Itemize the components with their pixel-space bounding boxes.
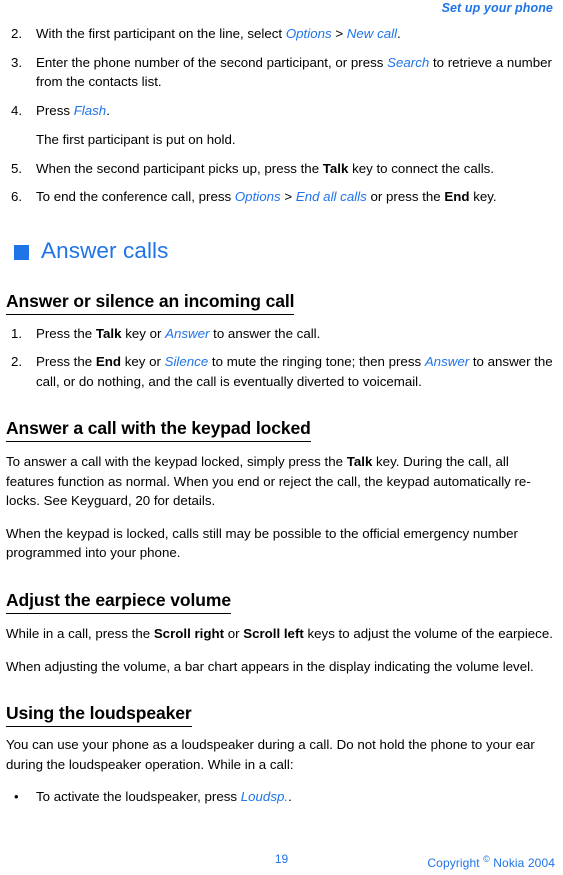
list-marker: 5. xyxy=(11,160,23,176)
hard-key-label: Talk xyxy=(95,325,122,341)
list-marker: 3. xyxy=(11,54,23,70)
hard-key-label: Talk xyxy=(346,454,373,469)
copyright-notice: Copyright © Nokia 2004 xyxy=(427,851,555,871)
hard-key-label: Talk xyxy=(322,160,349,176)
section-heading-text: Adjust the earpiece volume xyxy=(6,590,231,614)
list-item-text: To end the conference call, press Option… xyxy=(36,189,497,204)
answer-or-silence-steps: 1. Press the Talk key or Answer to answe… xyxy=(6,324,555,392)
soft-key-label: Search xyxy=(387,54,430,70)
soft-key-label: Answer xyxy=(165,325,210,341)
text-run: Press the xyxy=(36,354,96,369)
text-run: When adjusting the volume, a bar chart a… xyxy=(6,658,534,674)
loudspeaker-bullets: • To activate the loudspeaker, press Lou… xyxy=(6,787,555,807)
text-run: With the first participant on the line, … xyxy=(36,26,286,41)
soft-key-label: End all calls xyxy=(295,189,367,204)
section-heading-loudspeaker: Using the loudspeaker xyxy=(6,703,555,728)
text-run: You can use your phone as a loudspeaker … xyxy=(6,737,535,772)
text-run: Press the xyxy=(36,325,96,341)
text-run: To end the conference call, press xyxy=(36,189,235,204)
text-run: or xyxy=(224,625,244,641)
list-item-text: To activate the loudspeaker, press Louds… xyxy=(36,789,292,804)
bullet-icon: • xyxy=(14,789,19,805)
paragraph: When adjusting the volume, a bar chart a… xyxy=(6,657,555,677)
text-run: Enter the phone number of the second par… xyxy=(36,54,388,70)
list-item-text: With the first participant on the line, … xyxy=(36,26,401,41)
list-marker: 6. xyxy=(11,189,23,204)
text-run: keys to adjust the volume of the earpiec… xyxy=(303,625,553,641)
list-item: 6. To end the conference call, press Opt… xyxy=(6,187,555,207)
hard-key-label: End xyxy=(444,189,470,204)
section-heading-answer-or-silence: Answer or silence an incoming call xyxy=(6,291,555,315)
section-heading-text: Answer or silence an incoming call xyxy=(6,291,294,315)
soft-key-label: Flash xyxy=(73,102,107,118)
square-bullet-icon xyxy=(14,244,29,260)
soft-key-label: Loudsp. xyxy=(240,789,289,805)
list-marker: 2. xyxy=(11,26,23,41)
text-run: key. xyxy=(469,189,497,204)
paragraph: To answer a call with the keypad locked,… xyxy=(6,452,555,511)
text-run: Press xyxy=(36,102,74,118)
list-item: 2. Press the End key or Silence to mute … xyxy=(6,352,555,391)
text-run: > xyxy=(280,189,296,204)
soft-key-label: New call xyxy=(346,26,398,41)
text-run: The first participant is put on hold. xyxy=(36,132,236,147)
list-item: 5. When the second participant picks up,… xyxy=(6,159,555,179)
text-run: To activate the loudspeaker, press xyxy=(36,789,241,805)
text-run: When the second participant picks up, pr… xyxy=(36,160,323,176)
text-run: When the keypad is locked, calls still m… xyxy=(6,525,518,561)
text-run: key or xyxy=(121,325,166,341)
text-run: key to connect the calls. xyxy=(348,160,495,176)
text-run: . xyxy=(106,102,110,118)
section-heading-text: Using the loudspeaker xyxy=(6,703,192,728)
text-run: . xyxy=(288,789,292,805)
section-heading-earpiece-volume: Adjust the earpiece volume xyxy=(6,590,555,614)
hard-key-label: Scroll left xyxy=(243,625,304,641)
list-item-text: Press Flash. xyxy=(36,103,110,118)
copyright-symbol: © xyxy=(483,854,490,864)
text-run: to mute the ringing tone; then press xyxy=(208,354,425,369)
soft-key-label: Options xyxy=(285,26,332,41)
list-item: • To activate the loudspeaker, press Lou… xyxy=(6,787,555,807)
running-head: Set up your phone xyxy=(441,1,553,15)
copyright-suffix: Nokia 2004 xyxy=(489,856,555,870)
paragraph: You can use your phone as a loudspeaker … xyxy=(6,735,555,774)
text-run: to answer the call. xyxy=(209,325,321,341)
list-marker: 4. xyxy=(11,102,23,118)
list-item: 4. Press Flash. xyxy=(6,101,555,121)
copyright-prefix: Copyright xyxy=(427,856,484,870)
hard-key-label: Scroll right xyxy=(153,625,224,641)
conference-call-steps: 2. With the first participant on the lin… xyxy=(6,24,555,120)
text-run: or press the xyxy=(366,189,445,204)
list-item: 2. With the first participant on the lin… xyxy=(6,24,555,44)
document-page: Set up your phone 2. With the first part… xyxy=(0,0,563,875)
list-item: 1. Press the Talk key or Answer to answe… xyxy=(6,324,555,344)
section-heading-text: Answer a call with the keypad locked xyxy=(6,418,311,442)
conference-call-steps-continued: 5. When the second participant picks up,… xyxy=(6,159,555,207)
chapter-title: Answer calls xyxy=(41,237,169,263)
paragraph: While in a call, press the Scroll right … xyxy=(6,624,555,644)
hard-key-label: End xyxy=(95,354,121,369)
soft-key-label: Silence xyxy=(164,354,209,369)
text-run: While in a call, press the xyxy=(6,625,154,641)
list-item-text: Enter the phone number of the second par… xyxy=(36,55,552,90)
text-run: To answer a call with the keypad locked,… xyxy=(6,454,347,469)
list-item-text: When the second participant picks up, pr… xyxy=(36,161,494,176)
soft-key-label: Options xyxy=(234,189,281,204)
step-note: The first participant is put on hold. xyxy=(6,130,555,150)
section-heading-keypad-locked: Answer a call with the keypad locked xyxy=(6,418,555,442)
list-item-text: Press the End key or Silence to mute the… xyxy=(36,354,553,389)
text-run: . xyxy=(397,26,401,41)
text-run: > xyxy=(331,26,347,41)
text-run: key or xyxy=(121,354,165,369)
page-footer: 19 Copyright © Nokia 2004 xyxy=(0,851,563,870)
chapter-heading: Answer calls xyxy=(6,238,555,264)
soft-key-label: Answer xyxy=(424,354,470,369)
list-item-text: Press the Talk key or Answer to answer t… xyxy=(36,326,320,341)
list-marker: 2. xyxy=(11,354,23,369)
list-item: 3. Enter the phone number of the second … xyxy=(6,53,555,92)
list-marker: 1. xyxy=(11,325,23,341)
paragraph: When the keypad is locked, calls still m… xyxy=(6,524,555,563)
